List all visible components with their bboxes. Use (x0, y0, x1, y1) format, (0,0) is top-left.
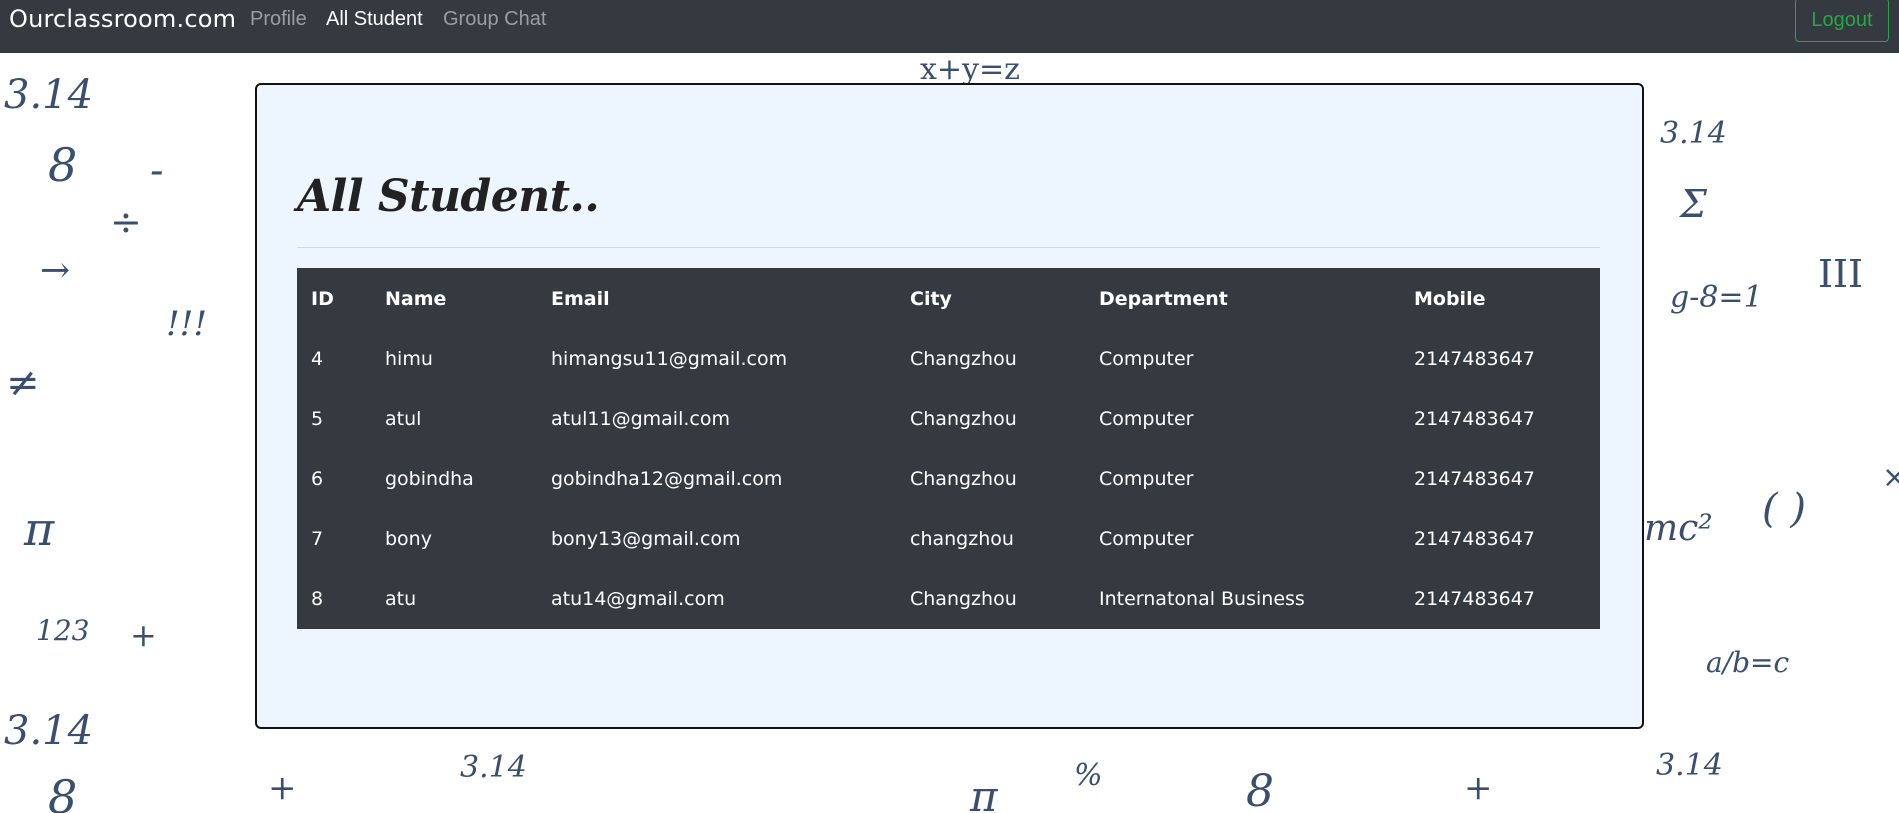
doodle-fraction: a/b=c (1706, 646, 1790, 679)
doodle-eight-mid-bottom: 8 (1246, 766, 1274, 813)
doodle-plus-right: + (1464, 768, 1493, 808)
doodle-percent: % (1074, 758, 1103, 793)
cell-id: 5 (311, 408, 324, 430)
cell-email: himangsu11@gmail.com (551, 348, 788, 370)
column-header-email: Email (551, 287, 610, 310)
nav-all-student-link[interactable]: All Student (326, 8, 423, 31)
cell-email: atu14@gmail.com (551, 588, 725, 610)
cell-name: gobindha (385, 468, 474, 490)
cell-email: bony13@gmail.com (551, 528, 741, 550)
cell-mobile: 2147483647 (1414, 408, 1535, 430)
top-navbar: Ourclassroom.com Profile All Student Gro… (0, 0, 1899, 53)
cell-mobile: 2147483647 (1414, 468, 1535, 490)
column-header-id: ID (311, 287, 334, 310)
doodle-pi-text-right: 3.14 (1660, 116, 1727, 151)
cell-id: 8 (311, 588, 324, 610)
cell-department: Internatonal Business (1099, 588, 1305, 610)
cell-name: bony (385, 528, 432, 550)
cell-name: atul (385, 408, 422, 430)
doodle-g8: g-8=1 (1670, 280, 1763, 315)
doodle-pi-text-right-bottom: 3.14 (1656, 748, 1723, 783)
table-row: 7 bony bony13@gmail.com changzhou Comput… (297, 509, 1600, 569)
doodle-mc2: mc² (1644, 508, 1713, 549)
cell-id: 4 (311, 348, 324, 370)
table-header-row: ID Name Email City Department Mobile (297, 268, 1600, 329)
doodle-sigma: Σ (1680, 182, 1707, 226)
doodle-minus: - (150, 148, 164, 194)
doodle-roman: III (1818, 252, 1864, 296)
doodle-plus-mid: + (268, 768, 297, 808)
doodle-plus: + (130, 616, 157, 654)
title-divider (297, 247, 1600, 248)
doodle-times: × (1882, 460, 1899, 495)
cell-id: 7 (311, 528, 324, 550)
student-list-card: All Student.. ID Name Email City Departm… (255, 83, 1644, 729)
doodle-pi-symbol: π (24, 502, 55, 556)
cell-id: 6 (311, 468, 324, 490)
nav-group-chat-link[interactable]: Group Chat (443, 8, 546, 31)
cell-department: Computer (1099, 408, 1194, 430)
cell-mobile: 2147483647 (1414, 588, 1535, 610)
cell-email: atul11@gmail.com (551, 408, 730, 430)
doodle-exclaim: !!! (166, 304, 207, 344)
doodle-arrow: → (40, 250, 71, 291)
table-row: 8 atu atu14@gmail.com Changzhou Internat… (297, 569, 1600, 629)
brand-link[interactable]: Ourclassroom.com (9, 5, 236, 33)
doodle-pi-text: 3.14 (4, 72, 94, 118)
cell-name: atu (385, 588, 417, 610)
cell-name: himu (385, 348, 433, 370)
students-table: ID Name Email City Department Mobile 4 h… (297, 268, 1600, 629)
cell-city: Changzhou (910, 468, 1017, 490)
logout-button[interactable]: Logout (1795, 0, 1889, 42)
cell-city: Changzhou (910, 588, 1017, 610)
doodle-divide: ÷ (110, 200, 142, 244)
doodle-pi-symbol-bottom: π (970, 772, 998, 813)
cell-department: Computer (1099, 468, 1194, 490)
column-header-city: City (910, 287, 952, 310)
doodle-eight-bottom: 8 (48, 770, 78, 813)
doodle-not-equal: ≠ (6, 360, 40, 406)
cell-city: changzhou (910, 528, 1014, 550)
table-row: 4 himu himangsu11@gmail.com Changzhou Co… (297, 329, 1600, 389)
nav-profile-link[interactable]: Profile (250, 8, 307, 31)
doodle-parens: ( ) (1762, 486, 1806, 532)
table-row: 6 gobindha gobindha12@gmail.com Changzho… (297, 449, 1600, 509)
cell-department: Computer (1099, 348, 1194, 370)
cell-city: Changzhou (910, 408, 1017, 430)
cell-department: Computer (1099, 528, 1194, 550)
table-row: 5 atul atul11@gmail.com Changzhou Comput… (297, 389, 1600, 449)
page-title: All Student.. (297, 171, 600, 222)
doodle-pi-text-mid-bottom: 3.14 (460, 750, 527, 785)
column-header-name: Name (385, 287, 447, 310)
doodle-123: 123 (36, 614, 90, 647)
column-header-department: Department (1099, 287, 1228, 310)
cell-mobile: 2147483647 (1414, 528, 1535, 550)
cell-mobile: 2147483647 (1414, 348, 1535, 370)
doodle-eight: 8 (48, 138, 78, 192)
doodle-equation: x+y=z (920, 52, 1020, 87)
doodle-pi-text-bottom: 3.14 (4, 708, 94, 754)
cell-email: gobindha12@gmail.com (551, 468, 783, 490)
column-header-mobile: Mobile (1414, 287, 1486, 310)
cell-city: Changzhou (910, 348, 1017, 370)
